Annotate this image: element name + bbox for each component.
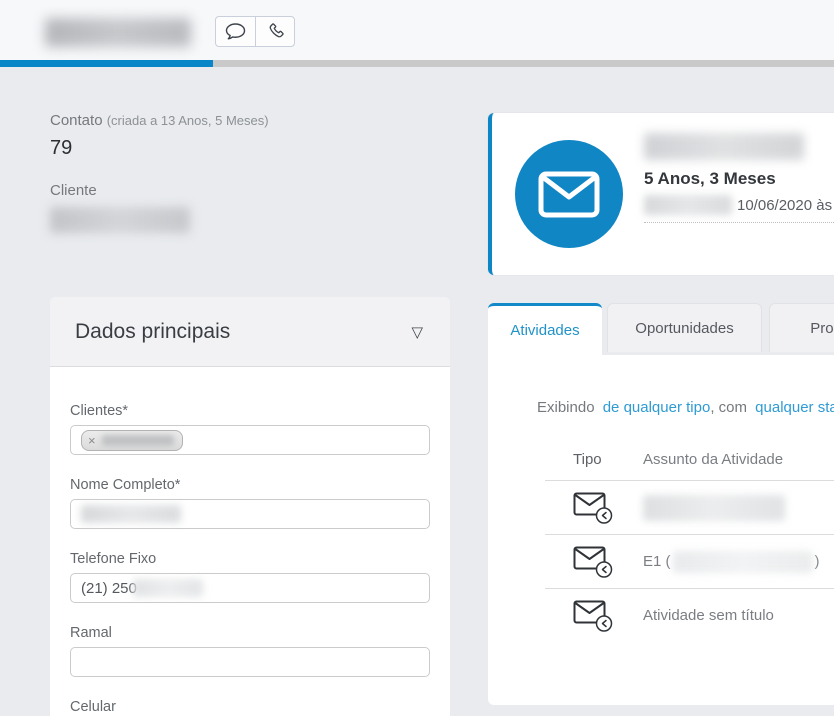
main-data-panel-title: Dados principais (75, 319, 231, 343)
contact-id: 79 (50, 137, 73, 159)
contact-action-buttons (215, 16, 295, 47)
field-clientes: Clientes* × (70, 403, 430, 455)
activities-table: Tipo Assunto da Atividade E1 () Ativida… (545, 439, 834, 642)
card-date-text: 10/06/2020 às (737, 196, 833, 214)
column-header-assunto: Assunto da Atividade (643, 451, 784, 468)
main-data-panel: Dados principais ▽ Clientes* × Nome Comp… (50, 297, 450, 716)
filter-type-link[interactable]: de qualquer tipo (603, 399, 711, 416)
chat-bubble-icon (224, 20, 247, 43)
client-label: Cliente (50, 182, 97, 199)
telefone-fixo-value: (21) 250 (81, 579, 137, 597)
subject-blurred (672, 550, 813, 573)
clientes-tag-input[interactable]: × (70, 425, 430, 455)
activities-panel: Exibindo de qualquer tipo, com qualquer … (488, 355, 834, 705)
celular-label: Celular (70, 699, 116, 715)
tab-oportunidades[interactable]: Oportunidades (607, 303, 762, 352)
filter-prefix: Exibindo (537, 399, 595, 416)
activity-type-badge (515, 140, 623, 248)
topbar (0, 0, 834, 60)
card-title-blurred (644, 133, 804, 160)
contact-name-blurred (45, 18, 191, 47)
nome-completo-input[interactable] (70, 499, 430, 529)
activities-table-header: Tipo Assunto da Atividade (545, 439, 834, 480)
contact-created-meta: (criada a 13 Anos, 5 Meses) (106, 113, 269, 128)
client-tag-chip[interactable]: × (81, 429, 183, 451)
activity-row[interactable]: E1 ( ) (545, 534, 834, 588)
activity-row[interactable]: Atividade sem título (545, 588, 834, 642)
ramal-input[interactable] (70, 647, 430, 677)
card-date-line: 10/06/2020 às (644, 195, 834, 223)
contact-summary: Contato (criada a 13 Anos, 5 Meses) 79 C… (50, 112, 470, 233)
card-text-block: 5 Anos, 3 Meses 10/06/2020 às (644, 133, 834, 223)
ramal-label: Ramal (70, 625, 112, 641)
column-header-tipo: Tipo (573, 451, 602, 468)
progress-bar-fill (0, 60, 213, 67)
email-received-icon (573, 545, 643, 578)
tab-atividades[interactable]: Atividades (488, 303, 602, 355)
activity-tabs: Atividades Oportunidades Propostas (488, 303, 834, 355)
subject-text: Atividade sem título (643, 607, 774, 624)
envelope-icon (538, 171, 600, 218)
contact-type-label: Contato (50, 112, 103, 129)
subject-prefix: E1 ( (643, 553, 671, 570)
phone-icon (265, 21, 286, 42)
filter-status-link[interactable]: qualquer status (755, 399, 834, 416)
nome-completo-value-blurred (81, 505, 181, 523)
activities-filter-line: Exibindo de qualquer tipo, com qualquer … (537, 399, 834, 416)
chat-button[interactable] (216, 17, 255, 46)
tag-remove-icon[interactable]: × (88, 434, 96, 447)
email-received-icon (573, 491, 643, 524)
tab-propostas[interactable]: Propostas (769, 303, 834, 352)
filter-separator: , com (710, 399, 747, 416)
email-received-icon (573, 599, 643, 632)
field-celular: Celular (70, 699, 430, 715)
triangle-down-icon[interactable]: ▽ (411, 323, 423, 341)
field-nome-completo: Nome Completo* (70, 477, 430, 529)
progress-bar (0, 60, 834, 67)
clientes-label: Clientes* (70, 403, 129, 419)
crm-contact-page: Contato (criada a 13 Anos, 5 Meses) 79 C… (0, 0, 834, 716)
telefone-fixo-rest-blurred (132, 579, 203, 597)
subject-blurred (643, 494, 785, 521)
telefone-fixo-input[interactable]: (21) 250 (70, 573, 430, 603)
field-telefone-fixo: Telefone Fixo (21) 250 (70, 551, 430, 603)
main-data-panel-header[interactable]: Dados principais ▽ (50, 297, 450, 367)
contact-type-line: Contato (criada a 13 Anos, 5 Meses) (50, 112, 470, 129)
card-duration: 5 Anos, 3 Meses (644, 169, 776, 188)
client-value-blurred[interactable] (50, 207, 190, 233)
card-date-label-blurred (644, 195, 732, 215)
subject-suffix: ) (814, 553, 820, 570)
last-activity-card[interactable]: 5 Anos, 3 Meses 10/06/2020 às (488, 113, 834, 275)
nome-completo-label: Nome Completo* (70, 477, 181, 493)
field-ramal: Ramal (70, 625, 430, 677)
main-data-form: Clientes* × Nome Completo* Telefone Fixo (50, 367, 450, 715)
client-tag-blurred (101, 434, 174, 446)
telefone-fixo-label: Telefone Fixo (70, 551, 157, 567)
activity-row[interactable] (545, 480, 834, 534)
call-button[interactable] (255, 17, 294, 46)
